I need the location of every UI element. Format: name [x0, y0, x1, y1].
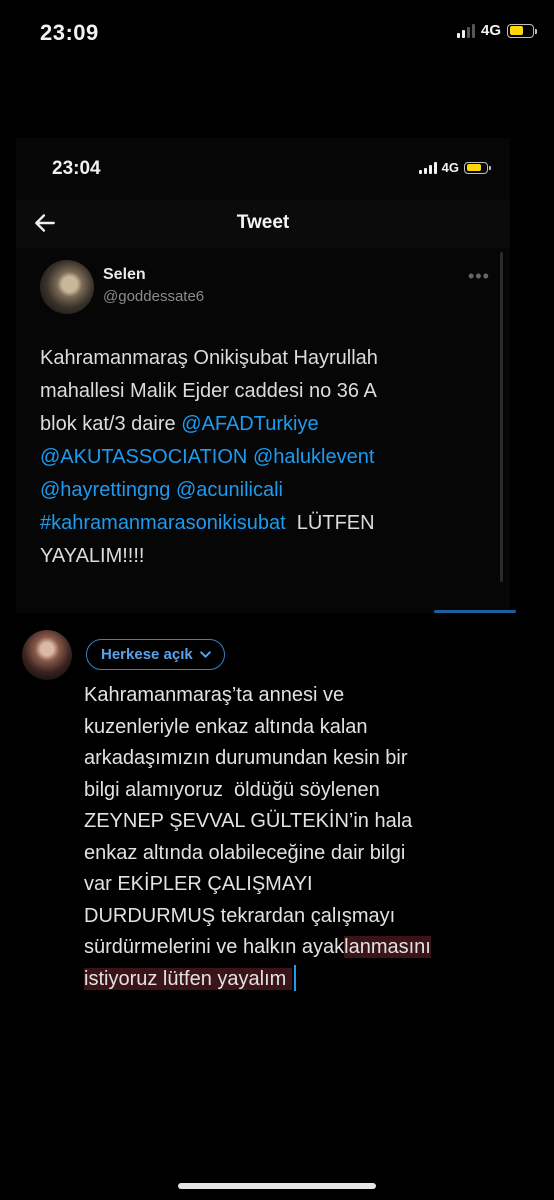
tweet-line: Kahramanmaraş Onikişubat Hayrullah: [40, 347, 378, 369]
tweet-text-segment: blok kat/3 daire: [40, 413, 182, 435]
network-type: 4G: [480, 22, 501, 39]
home-indicator[interactable]: [178, 1183, 376, 1189]
text-cursor: [293, 964, 296, 991]
status-indicators: 4G: [456, 22, 537, 39]
mention-link[interactable]: @haluklevent: [253, 446, 374, 468]
caption-line: arkadaşımızın durumundan kesin bir: [84, 747, 408, 769]
audience-label: Herkese açık: [101, 646, 193, 663]
mention-link[interactable]: @hayrettingng: [40, 479, 170, 501]
tweet-header: Tweet: [16, 200, 510, 248]
mention-link[interactable]: @AKUTASSOCIATION: [40, 446, 247, 468]
tweet-text-segment: LÜTFEN: [285, 512, 375, 534]
battery-icon: [507, 23, 537, 38]
author-name[interactable]: Selen: [103, 266, 146, 284]
tweet-line: YAYALIM!!!!: [40, 545, 145, 567]
hashtag-link[interactable]: #kahramanmarasonikisubat: [40, 512, 286, 534]
status-time: 23:09: [40, 20, 99, 45]
author-avatar[interactable]: [40, 260, 94, 314]
inner-status-bar: 23:04 4G: [16, 138, 510, 198]
tweet-line: mahallesi Malik Ejder caddesi no 36 A: [40, 380, 377, 402]
cellular-signal-icon: [456, 23, 475, 38]
inner-network-type: 4G: [441, 160, 459, 175]
caption-line: kuzenleriyle enkaz altında kalan: [84, 715, 368, 738]
mention-link[interactable]: @acunilicali: [176, 479, 283, 501]
caption-highlight: lanmasını: [344, 936, 431, 958]
inner-status-indicators: 4G: [418, 160, 491, 175]
caption-highlight: istiyoruz lütfen yayalım: [84, 967, 292, 990]
page-title: Tweet: [236, 212, 290, 233]
chevron-down-icon: [199, 651, 211, 658]
caption-line: ZEYNEP ŞEVVAL GÜLTEKİN’in hala: [84, 810, 413, 832]
mention-link[interactable]: @AFADTurkiye: [181, 413, 318, 435]
tweet-screenshot: 23:04 4G Tweet Selen @goddessate6 ••• Ka…: [16, 138, 516, 613]
caption-line: bilgi alamıyoruz öldüğü söylenen: [84, 778, 380, 801]
caption-line: var EKİPLER ÇALIŞMAYI: [84, 873, 313, 895]
caption-segment: sürdürmelerini ve halkın ayak: [84, 936, 345, 958]
audience-selector-button[interactable]: Herkese açık: [86, 639, 225, 670]
caption-line: DURDURMUŞ tekrardan çalışmayı: [84, 904, 396, 927]
more-options-icon[interactable]: •••: [468, 266, 490, 287]
tweet-line: #kahramanmarasonikisubat LÜTFEN: [40, 507, 490, 540]
tweet-line: @AKUTASSOCIATION @haluklevent: [40, 441, 490, 474]
scrollbar[interactable]: [500, 252, 503, 582]
tweet-text: Kahramanmaraş Onikişubat Hayrullah mahal…: [40, 342, 490, 573]
tweet-line: @hayrettingng @acunilicali: [40, 474, 490, 507]
user-avatar[interactable]: [22, 630, 72, 680]
status-bar: 23:09 4G: [0, 0, 554, 64]
caption-line: istiyoruz lütfen yayalım: [84, 964, 544, 996]
inner-battery-icon: [464, 161, 491, 174]
caption-line: enkaz altında olabileceğine dair bilgi: [84, 841, 406, 864]
inner-status-time: 23:04: [52, 158, 101, 179]
caption-text-input[interactable]: Kahramanmaraş’ta annesi ve kuzenleriyle …: [84, 680, 544, 995]
bottom-tab-indicator: [434, 610, 516, 613]
tweet-line: blok kat/3 daire @AFADTurkiye: [40, 408, 490, 441]
caption-line: Kahramanmaraş’ta annesi ve: [84, 684, 345, 706]
inner-cellular-signal-icon: [418, 161, 437, 174]
author-handle[interactable]: @goddessate6: [103, 288, 204, 305]
caption-line: sürdürmelerini ve halkın ayaklanmasını: [84, 932, 544, 964]
